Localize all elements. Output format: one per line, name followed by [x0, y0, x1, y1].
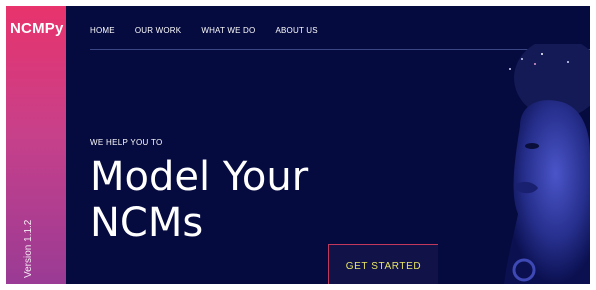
sidebar: NCMPy Version 1.1.2 — [6, 6, 66, 284]
nav-item-what-we-do[interactable]: WHAT WE DO — [201, 26, 255, 35]
hero-headline: Model Your NCMs — [90, 154, 308, 246]
nav-item-our-work[interactable]: OUR WORK — [135, 26, 182, 35]
hero-headline-line2: NCMs — [90, 200, 204, 246]
hero-portrait-image — [504, 44, 590, 284]
hero-headline-line1: Model Your — [90, 154, 309, 200]
top-nav: HOME OUR WORK WHAT WE DO ABOUT US — [90, 26, 318, 35]
brand-logo[interactable]: NCMPy — [10, 20, 64, 37]
version-label: Version 1.1.2 — [23, 219, 34, 278]
hero-kicker: WE HELP YOU TO — [90, 138, 163, 147]
get-started-button[interactable]: GET STARTED — [328, 244, 438, 284]
nav-item-home[interactable]: HOME — [90, 26, 115, 35]
page-frame: NCMPy Version 1.1.2 HOME OUR WORK WHAT W… — [6, 6, 590, 284]
nav-item-about-us[interactable]: ABOUT US — [275, 26, 317, 35]
